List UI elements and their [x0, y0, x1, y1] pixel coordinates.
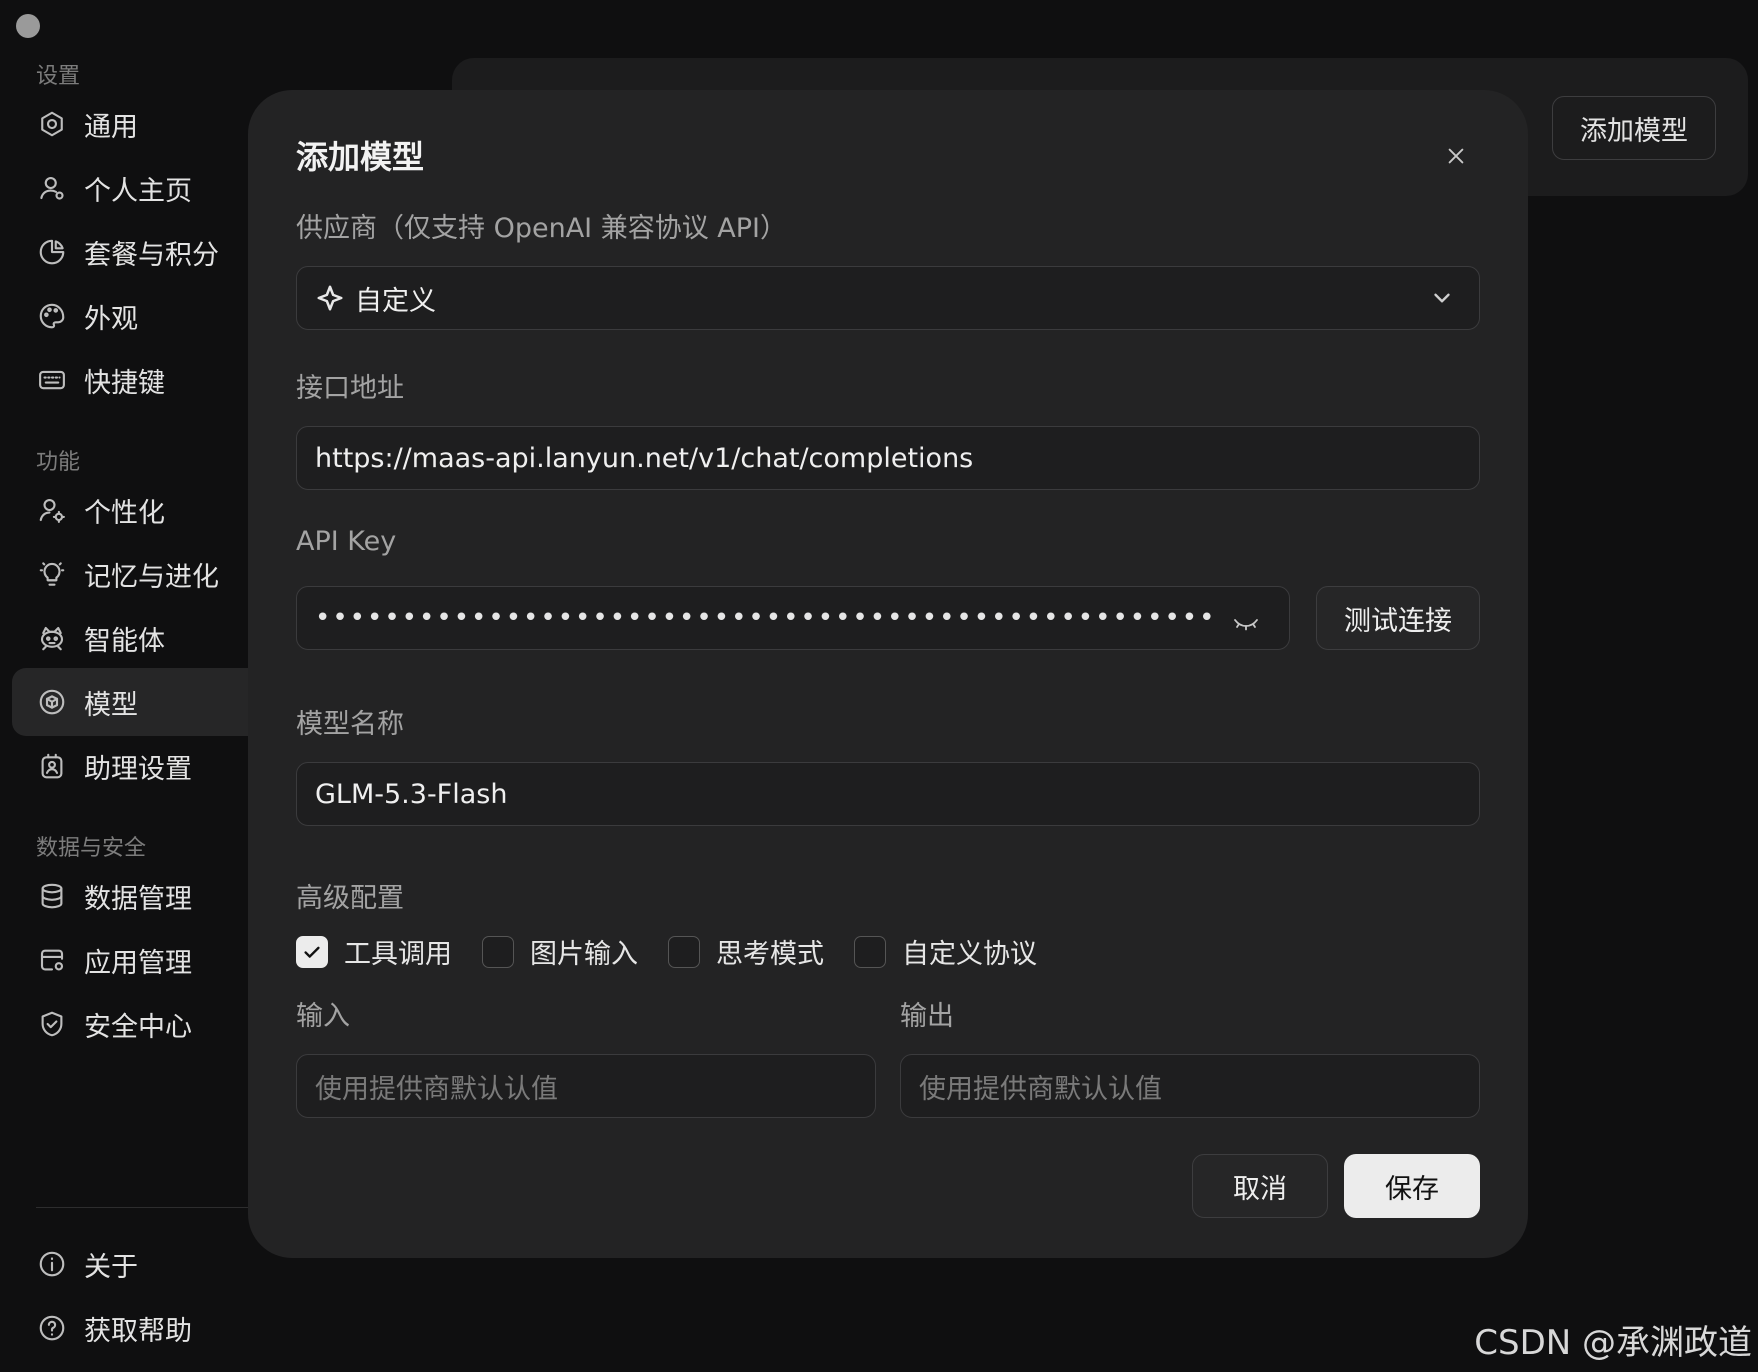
- checkbox-label: 自定义协议: [902, 939, 1037, 970]
- section-title-features: 功能: [36, 450, 81, 475]
- sidebar-item-app-management[interactable]: 应用管理: [12, 926, 248, 994]
- robot-icon: [36, 622, 68, 654]
- sidebar-item-label: 获取帮助: [84, 1315, 192, 1347]
- section-title-settings: 设置: [36, 64, 81, 89]
- provider-select[interactable]: 自定义: [296, 266, 1480, 330]
- sidebar-item-data-management[interactable]: 数据管理: [12, 862, 248, 930]
- sidebar-item-label: 应用管理: [84, 947, 192, 979]
- sidebar-item-general[interactable]: 通用: [12, 90, 248, 158]
- sidebar-item-label: 快捷键: [84, 367, 165, 399]
- option-custom-protocol[interactable]: 自定义协议: [854, 932, 1037, 971]
- sidebar-item-label: 记忆与进化: [84, 561, 219, 593]
- checkbox-label: 图片输入: [530, 939, 638, 970]
- gear-icon: [36, 108, 68, 140]
- assistant-icon: [36, 750, 68, 782]
- sidebar-item-help[interactable]: 获取帮助: [12, 1294, 248, 1352]
- output-price-field[interactable]: 使用提供商默认认值: [900, 1054, 1480, 1118]
- sidebar-item-label: 个人主页: [84, 175, 192, 207]
- advanced-options: 工具调用 图片输入 思考模式 自定义协议: [296, 932, 1067, 971]
- sidebar-item-label: 智能体: [84, 625, 165, 657]
- endpoint-label: 接口地址: [296, 373, 404, 404]
- option-thinking-mode[interactable]: 思考模式: [668, 932, 824, 971]
- info-icon: [36, 1248, 68, 1280]
- endpoint-input[interactable]: https://maas-api.lanyun.net/v1/chat/comp…: [296, 426, 1480, 490]
- sidebar-item-label: 安全中心: [84, 1011, 192, 1043]
- cube-icon: [36, 686, 68, 718]
- sparkle-icon: [315, 283, 345, 313]
- model-name-value: GLM-5.3-Flash: [315, 778, 508, 810]
- add-model-dialog: 添加模型 供应商（仅支持 OpenAI 兼容协议 API） 自定义 接口地址 h…: [248, 90, 1528, 1258]
- provider-label: 供应商（仅支持 OpenAI 兼容协议 API）: [296, 213, 788, 244]
- keyboard-icon: [36, 364, 68, 396]
- user-gear-icon: [36, 494, 68, 526]
- api-key-label: API Key: [296, 526, 397, 557]
- input-placeholder: 使用提供商默认认值: [315, 1073, 558, 1105]
- palette-icon: [36, 300, 68, 332]
- sidebar-item-label: 外观: [84, 303, 138, 335]
- close-button[interactable]: [1438, 138, 1474, 174]
- sidebar-item-shortcuts[interactable]: 快捷键: [12, 346, 248, 414]
- sidebar-item-plans[interactable]: 套餐与积分: [12, 218, 248, 286]
- sidebar-item-assistant[interactable]: 助理设置: [12, 732, 248, 800]
- sidebar-item-models[interactable]: 模型: [12, 668, 248, 736]
- check-icon: [304, 946, 320, 958]
- add-model-button[interactable]: 添加模型: [1552, 96, 1716, 160]
- model-name-label: 模型名称: [296, 709, 404, 740]
- database-icon: [36, 880, 68, 912]
- close-icon: [1448, 148, 1464, 164]
- input-label: 输入: [296, 1001, 350, 1032]
- sidebar-item-label: 模型: [84, 689, 138, 721]
- dialog-title: 添加模型: [296, 138, 425, 176]
- sidebar-item-about[interactable]: 关于: [12, 1230, 248, 1298]
- section-title-data-security: 数据与安全: [36, 836, 147, 861]
- input-price-field[interactable]: 使用提供商默认认值: [296, 1054, 876, 1118]
- app-icon: [36, 944, 68, 976]
- pie-chart-icon: [36, 236, 68, 268]
- chevron-down-icon: [1429, 285, 1455, 311]
- checkbox-checked[interactable]: [296, 935, 328, 968]
- sidebar-item-memory[interactable]: 记忆与进化: [12, 540, 248, 608]
- option-image-input[interactable]: 图片输入: [482, 932, 638, 971]
- sidebar-item-label: 助理设置: [84, 753, 192, 785]
- option-tool-calling[interactable]: 工具调用: [296, 932, 452, 971]
- sidebar-divider: [36, 1207, 248, 1208]
- output-placeholder: 使用提供商默认认值: [919, 1073, 1162, 1105]
- sidebar-item-security-center[interactable]: 安全中心: [12, 990, 248, 1058]
- api-key-input[interactable]: ••••••••••••••••••••••••••••••••••••••••…: [296, 586, 1290, 650]
- window-control-dot[interactable]: [16, 14, 40, 38]
- watermark: CSDN @承渊政道: [1474, 1323, 1752, 1363]
- sidebar-item-label: 套餐与积分: [84, 239, 219, 271]
- checkbox-label: 工具调用: [344, 939, 452, 970]
- help-icon: [36, 1312, 68, 1344]
- sidebar-item-label: 关于: [84, 1251, 138, 1283]
- sidebar-item-appearance[interactable]: 外观: [12, 282, 248, 350]
- sidebar-item-label: 数据管理: [84, 883, 192, 915]
- sidebar-item-personalization[interactable]: 个性化: [12, 476, 248, 544]
- provider-value: 自定义: [355, 285, 436, 317]
- user-icon: [36, 172, 68, 204]
- api-key-masked-value: ••••••••••••••••••••••••••••••••••••••••…: [315, 603, 1217, 633]
- save-button[interactable]: 保存: [1344, 1154, 1480, 1218]
- endpoint-value: https://maas-api.lanyun.net/v1/chat/comp…: [315, 442, 974, 474]
- settings-sidebar: 设置 通用 个人主页 套餐与积分 外观 快捷键 功能 个性化 记忆与进化 智能体…: [0, 52, 248, 1352]
- sidebar-item-profile[interactable]: 个人主页: [12, 154, 248, 222]
- cancel-button[interactable]: 取消: [1192, 1154, 1328, 1218]
- test-connection-button[interactable]: 测试连接: [1316, 586, 1480, 650]
- eye-closed-icon[interactable]: [1233, 609, 1259, 631]
- sidebar-item-label: 个性化: [84, 497, 165, 529]
- shield-icon: [36, 1008, 68, 1040]
- output-label: 输出: [900, 1001, 954, 1032]
- checkbox[interactable]: [854, 935, 886, 968]
- lightbulb-icon: [36, 558, 68, 590]
- checkbox[interactable]: [482, 935, 514, 968]
- model-name-input[interactable]: GLM-5.3-Flash: [296, 762, 1480, 826]
- checkbox[interactable]: [668, 935, 700, 968]
- checkbox-label: 思考模式: [716, 939, 824, 970]
- sidebar-item-agents[interactable]: 智能体: [12, 604, 248, 672]
- advanced-config-label: 高级配置: [296, 883, 404, 914]
- sidebar-item-label: 通用: [84, 111, 138, 143]
